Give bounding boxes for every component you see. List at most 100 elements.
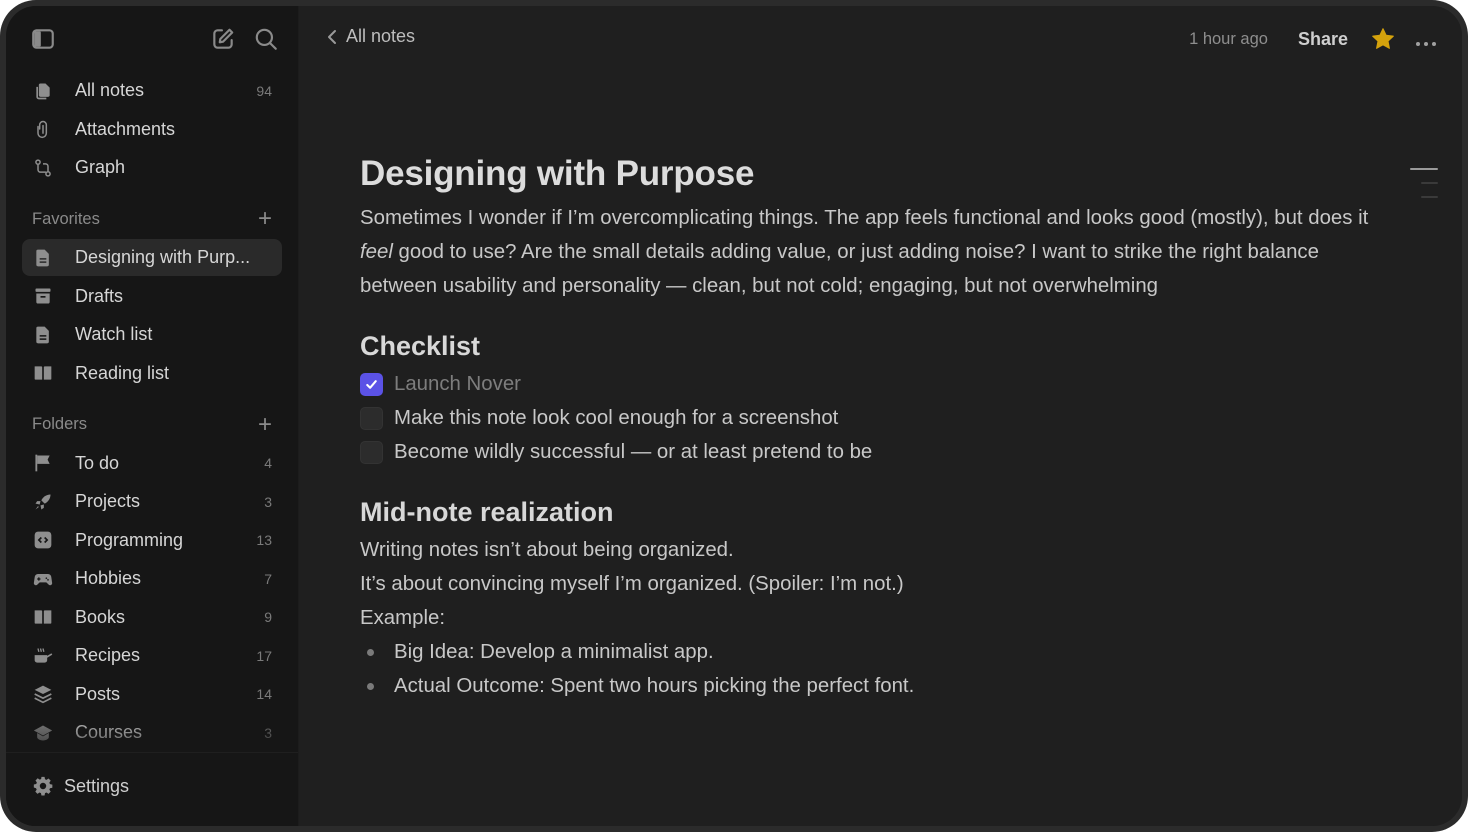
sidebar-item-books[interactable]: Books 9	[22, 599, 282, 636]
sidebar-item-courses[interactable]: Courses 3	[22, 714, 282, 751]
item-count: 3	[264, 493, 272, 510]
sidebar-footer: Settings	[6, 752, 298, 826]
star-icon[interactable]	[1370, 26, 1396, 52]
sidebar-item-label: Projects	[75, 491, 141, 511]
paragraph-line[interactable]: It’s about convincing myself I’m organiz…	[360, 567, 1370, 601]
realization-heading[interactable]: Mid-note realization	[360, 497, 1370, 528]
sidebar-item-label: Posts	[75, 683, 121, 704]
toc-line-realization	[1421, 196, 1438, 198]
bullet-icon	[367, 648, 374, 656]
document-icon	[32, 247, 54, 269]
compose-icon[interactable]	[210, 26, 236, 52]
item-count: 17	[256, 647, 272, 664]
sidebar-item-label: Books	[75, 606, 126, 627]
sidebar-item-label: Graph	[75, 157, 126, 177]
sidebar: All notes 94 Attachments Graph Favorites…	[6, 6, 299, 826]
checkmark-icon	[366, 379, 377, 389]
document-icon	[32, 324, 54, 346]
notes-stack-icon	[32, 80, 54, 102]
sidebar-item-hobbies[interactable]: Hobbies 7	[22, 560, 282, 597]
note-editor: All notes 1 hour ago Share Designing wit…	[299, 6, 1462, 826]
toc-line-checklist	[1421, 182, 1438, 184]
sidebar-item-drafts[interactable]: Drafts	[22, 278, 282, 315]
checklist-item-text: Launch Nover	[394, 372, 521, 395]
search-icon[interactable]	[253, 26, 279, 52]
graph-icon	[32, 157, 54, 179]
sidebar-item-label: Recipes	[75, 645, 141, 665]
graduation-cap-icon	[32, 722, 54, 744]
section-title: Folders	[32, 415, 88, 433]
sidebar-item-watch-list[interactable]: Watch list	[22, 316, 282, 353]
paragraph-line[interactable]: Example:	[360, 601, 1370, 635]
sidebar-toggle-icon[interactable]	[30, 26, 56, 52]
note-title[interactable]: Designing with Purpose	[360, 154, 1370, 194]
topbar: All notes 1 hour ago Share	[299, 6, 1462, 72]
gear-icon	[32, 775, 54, 797]
checklist-item: Become wildly successful — or at least p…	[360, 435, 1370, 469]
archive-icon	[32, 285, 54, 307]
bullet-text: Actual Outcome: Spent two hours picking …	[394, 674, 915, 697]
sidebar-item-reading-list[interactable]: Reading list	[22, 355, 282, 392]
item-count: 14	[256, 686, 272, 702]
sidebar-item-programming[interactable]: Programming 13	[22, 522, 282, 559]
sidebar-item-label: Programming	[75, 529, 184, 550]
sidebar-item-attachments[interactable]: Attachments	[22, 111, 282, 148]
add-folder-button[interactable]: +	[258, 412, 272, 437]
sidebar-item-graph[interactable]: Graph	[22, 149, 282, 186]
emphasis-text: feel	[360, 241, 393, 263]
sidebar-item-label: Courses	[75, 722, 143, 742]
item-count: 7	[264, 570, 272, 587]
sidebar-item-posts[interactable]: Posts 14	[22, 676, 282, 713]
book-icon	[32, 362, 54, 384]
layers-icon	[32, 683, 54, 705]
table-of-contents-indicator[interactable]	[1410, 168, 1438, 210]
sidebar-item-designing-with-purpose[interactable]: Designing with Purp...	[22, 239, 282, 276]
checkbox-unchecked[interactable]	[360, 406, 383, 430]
checklist-item: Make this note look cool enough for a sc…	[360, 401, 1370, 435]
folders-header: Folders +	[22, 410, 282, 440]
intro-paragraph[interactable]: Sometimes I wonder if I’m overcomplicati…	[360, 201, 1370, 303]
code-icon	[32, 529, 54, 551]
sidebar-item-all-notes[interactable]: All notes 94	[22, 72, 282, 109]
paperclip-icon	[32, 118, 54, 140]
checklist-heading[interactable]: Checklist	[360, 331, 1370, 362]
checkbox-unchecked[interactable]	[360, 440, 383, 464]
flag-icon	[32, 452, 54, 474]
app-window: All notes 94 Attachments Graph Favorites…	[0, 0, 1468, 832]
back-to-all-notes-button[interactable]: All notes	[325, 26, 415, 47]
more-options-icon[interactable]	[1414, 35, 1438, 46]
item-count: 3	[264, 724, 272, 741]
sidebar-item-label: Designing with Purp...	[75, 247, 251, 267]
checkbox-checked[interactable]	[360, 372, 383, 396]
item-count: 13	[256, 532, 272, 548]
sidebar-item-label: Watch list	[75, 324, 153, 344]
toc-line-title	[1410, 168, 1438, 170]
bullet-item[interactable]: Big Idea: Develop a minimalist app.	[360, 635, 1370, 669]
settings-button[interactable]: Settings	[32, 775, 129, 797]
sidebar-item-label: Hobbies	[75, 568, 142, 588]
note-content[interactable]: Designing with Purpose Sometimes I wonde…	[360, 154, 1370, 703]
bullet-text: Big Idea: Develop a minimalist app.	[394, 640, 714, 663]
paragraph-line[interactable]: Writing notes isn’t about being organize…	[360, 533, 1370, 567]
add-favorite-button[interactable]: +	[258, 207, 272, 231]
settings-label: Settings	[64, 775, 130, 796]
checklist-item: Launch Nover	[360, 367, 1370, 401]
book-icon	[32, 606, 54, 628]
share-button[interactable]: Share	[1298, 29, 1348, 50]
sidebar-item-to-do[interactable]: To do 4	[22, 445, 282, 482]
section-title: Favorites	[32, 209, 100, 228]
sidebar-item-label: All notes	[75, 80, 145, 100]
last-edited-timestamp: 1 hour ago	[1189, 29, 1268, 48]
sidebar-item-projects[interactable]: Projects 3	[22, 483, 282, 520]
chevron-left-icon	[325, 27, 339, 47]
item-count: 4	[264, 455, 272, 471]
rocket-icon	[32, 491, 54, 513]
item-count: 9	[264, 609, 272, 625]
sidebar-item-label: Reading list	[75, 362, 170, 383]
gamepad-icon	[32, 568, 54, 590]
bullet-item[interactable]: Actual Outcome: Spent two hours picking …	[360, 669, 1370, 703]
item-count: 94	[256, 82, 272, 99]
bullet-icon	[367, 682, 374, 690]
intro-text: good to use? Are the small details addin…	[360, 241, 1319, 297]
sidebar-item-recipes[interactable]: Recipes 17	[22, 637, 282, 674]
